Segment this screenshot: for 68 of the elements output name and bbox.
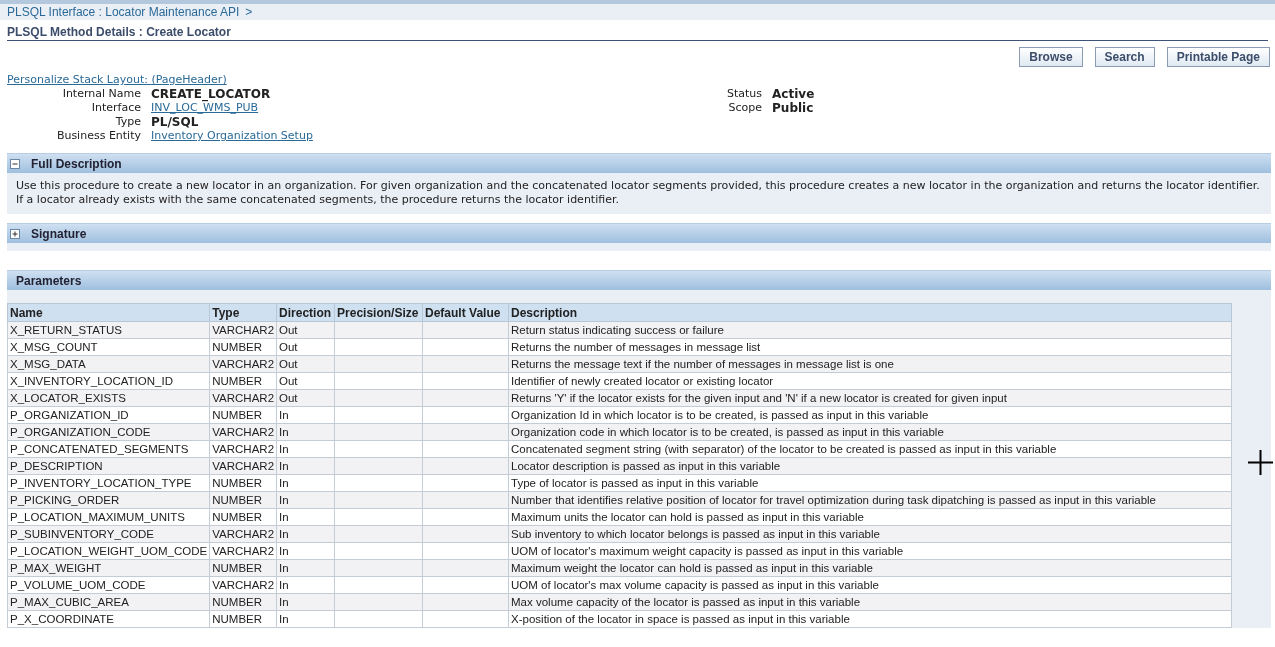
expand-icon[interactable] <box>10 228 20 239</box>
table-cell: In <box>276 474 335 492</box>
section-header[interactable]: Signature <box>7 223 1271 243</box>
table-cell: In <box>276 610 335 628</box>
detail-label: Business Entity <box>55 129 141 143</box>
detail-label: Type <box>114 115 141 129</box>
breadcrumb-link[interactable]: PLSQL Interface : Locator Maintenance API <box>7 5 240 19</box>
section-header: Parameters <box>7 270 1271 290</box>
table-cell: X-position of the locator in space is passed as input in this variable <box>508 610 1232 628</box>
detail-value: CREATE_LOCATOR <box>151 87 272 101</box>
column-header: Type <box>209 303 277 322</box>
table-cell: Out <box>276 372 335 390</box>
table-cell: P_LOCATION_MAXIMUM_UNITS <box>7 508 210 526</box>
table-cell: In <box>276 576 335 594</box>
detail-link[interactable]: INV_LOC_WMS_PUB <box>151 101 313 115</box>
table-cell: In <box>276 542 335 560</box>
table-cell: X_INVENTORY_LOCATION_ID <box>7 372 210 390</box>
table-cell: Out <box>276 338 335 356</box>
description-text: Use this procedure to create a new locator in an organization. For given organization and the concatenated locator segments provided, this procedure creates a new locator in the organization and returns the locator identifier. If a locator already exists with the same concatenated segments, the procedure returns the locator identifier. <box>15 178 1261 208</box>
detail-value: Active <box>772 87 815 101</box>
column-header: Default Value <box>422 303 509 322</box>
column-header: Name <box>7 303 210 322</box>
column-header: Description <box>508 303 1232 322</box>
detail-label: Internal Name <box>61 87 141 101</box>
detail-value: PL/SQL <box>151 115 200 129</box>
table-cell: P_INVENTORY_LOCATION_TYPE <box>7 474 210 492</box>
table-cell: P_CONCATENATED_SEGMENTS <box>7 440 210 458</box>
table-cell: P_X_COORDINATE <box>7 610 210 628</box>
page-button[interactable]: Printable Page <box>1166 47 1270 67</box>
table-cell: In <box>276 406 335 424</box>
page-title: PLSQL Method Details : Create Locator <box>7 25 1268 41</box>
table-cell: In <box>276 508 335 526</box>
table-cell: NUMBER <box>209 508 277 526</box>
table-cell: NUMBER <box>209 610 277 628</box>
table-cell: In <box>276 440 335 458</box>
collapse-icon[interactable] <box>10 158 20 169</box>
table-cell: NUMBER <box>209 372 277 390</box>
detail-label: Status <box>727 87 763 101</box>
personalize-link[interactable]: Personalize Stack Layout: (PageHeader) <box>7 73 1275 87</box>
crosshair-cursor-icon <box>1248 450 1273 475</box>
table-cell: Maximum units the locator can hold is passed as input in this variable <box>508 508 1232 526</box>
table-cell: Identifier of newly created locator or existing locator <box>508 372 1232 390</box>
table-cell: VARCHAR2 <box>209 576 277 594</box>
page-button[interactable]: Search <box>1094 47 1155 67</box>
table-cell: NUMBER <box>209 338 277 356</box>
detail-value: Public <box>772 101 815 115</box>
table-cell: Organization Id in which locator is to be created, is passed as input in this variable <box>508 406 1232 424</box>
table-cell: P_LOCATION_WEIGHT_UOM_CODE <box>7 542 210 560</box>
detail-link[interactable]: Inventory Organization Setup <box>151 129 313 143</box>
table-cell: NUMBER <box>209 406 277 424</box>
table-cell: Concatenated segment string (with separator) of the locator to be created is passed as input in this variable <box>508 440 1232 458</box>
detail-label: Interface <box>90 101 141 115</box>
column-header: Precision/Size <box>334 303 423 322</box>
table-cell: UOM of locator's max volume capacity is passed as input in this variable <box>508 576 1232 594</box>
table-cell: VARCHAR2 <box>209 542 277 560</box>
table-cell: X_MSG_COUNT <box>7 338 210 356</box>
detail-label: Scope <box>727 101 763 115</box>
table-cell: NUMBER <box>209 474 277 492</box>
table-cell: UOM of locator's maximum weight capacity is passed as input in this variable <box>508 542 1232 560</box>
column-header: Direction <box>276 303 335 322</box>
breadcrumb-separator: > <box>245 5 253 19</box>
table-cell: VARCHAR2 <box>209 440 277 458</box>
section-header[interactable]: Full Description <box>7 153 1271 173</box>
page-button[interactable]: Browse <box>1019 47 1083 67</box>
table-cell: P_ORGANIZATION_ID <box>7 406 210 424</box>
table-cell: Type of locator is passed as input in this variable <box>508 474 1232 492</box>
table-cell: Returns the number of messages in message list <box>508 338 1232 356</box>
table-cell: P_VOLUME_UOM_CODE <box>7 576 210 594</box>
